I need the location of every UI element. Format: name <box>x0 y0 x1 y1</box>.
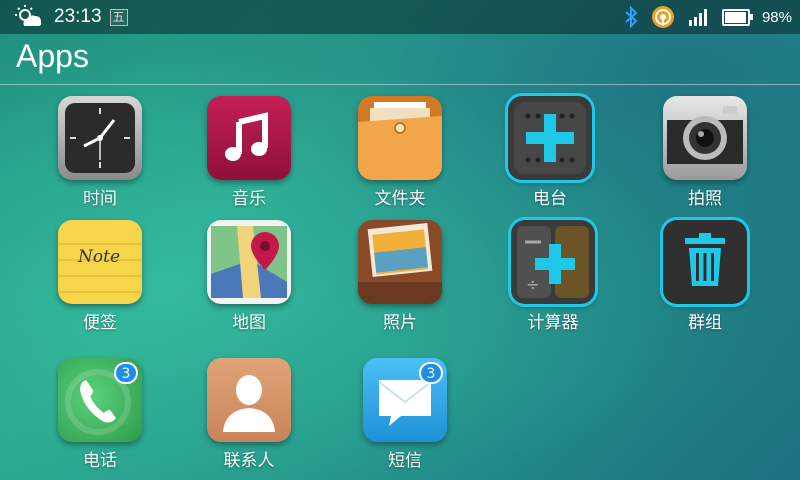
app-label: 拍照 <box>688 189 722 209</box>
folder-icon <box>358 96 442 180</box>
app-label: 计算器 <box>527 313 579 333</box>
app-maps[interactable]: 地图 <box>189 220 309 340</box>
phone-icon: 3 <box>58 358 142 442</box>
app-label: 群组 <box>688 313 722 333</box>
weather-partly-cloudy-icon <box>14 4 44 30</box>
app-notes[interactable]: Note 便签 <box>40 220 160 340</box>
app-groups[interactable]: 群组 <box>645 220 765 340</box>
svg-text:÷: ÷ <box>526 275 539 294</box>
app-folder[interactable]: 文件夹 <box>340 96 460 216</box>
note-icon-text: Note <box>77 247 120 267</box>
app-messages[interactable]: 3 短信 <box>345 358 465 478</box>
radio-icon <box>508 96 592 180</box>
app-contacts[interactable]: 联系人 <box>189 358 309 478</box>
app-label: 时间 <box>83 189 117 209</box>
header-divider <box>0 84 800 85</box>
app-label: 电台 <box>533 189 567 209</box>
app-label: 地图 <box>232 313 266 333</box>
notification-badge: 3 <box>419 362 443 384</box>
app-label: 便签 <box>83 313 117 333</box>
note-icon: Note <box>58 220 142 304</box>
notification-badge: 3 <box>114 362 138 384</box>
calculator-icon: ÷ <box>511 220 595 304</box>
app-label: 音乐 <box>232 189 266 209</box>
hotspot-icon <box>650 5 676 29</box>
signal-icon <box>688 8 710 26</box>
photos-icon <box>358 220 442 304</box>
clock-icon <box>58 96 142 180</box>
contacts-icon <box>207 358 291 442</box>
camera-icon <box>663 96 747 180</box>
battery-percent: 98% <box>761 8 792 26</box>
app-label: 短信 <box>388 451 422 471</box>
app-label: 照片 <box>383 313 417 333</box>
status-day-badge: 五 <box>109 8 128 26</box>
app-phone[interactable]: 3 电话 <box>40 358 160 478</box>
app-label: 联系人 <box>223 451 275 471</box>
app-radio[interactable]: 电台 <box>490 96 610 216</box>
page-title: Apps <box>16 38 89 74</box>
status-time: 23:13 <box>54 6 102 27</box>
app-photos[interactable]: 照片 <box>340 220 460 340</box>
app-calculator[interactable]: ÷ 计算器 <box>493 220 613 340</box>
app-camera[interactable]: 拍照 <box>645 96 765 216</box>
bluetooth-icon <box>624 6 638 28</box>
map-icon <box>207 220 291 304</box>
status-bar: 23:13 五 98% <box>0 0 800 34</box>
app-clock[interactable]: 时间 <box>40 96 160 216</box>
messages-icon: 3 <box>363 358 447 442</box>
app-label: 电话 <box>83 451 117 471</box>
trash-icon <box>663 220 747 304</box>
music-icon <box>207 96 291 180</box>
battery-icon <box>721 8 753 26</box>
app-label: 文件夹 <box>374 189 426 209</box>
app-music[interactable]: 音乐 <box>189 96 309 216</box>
